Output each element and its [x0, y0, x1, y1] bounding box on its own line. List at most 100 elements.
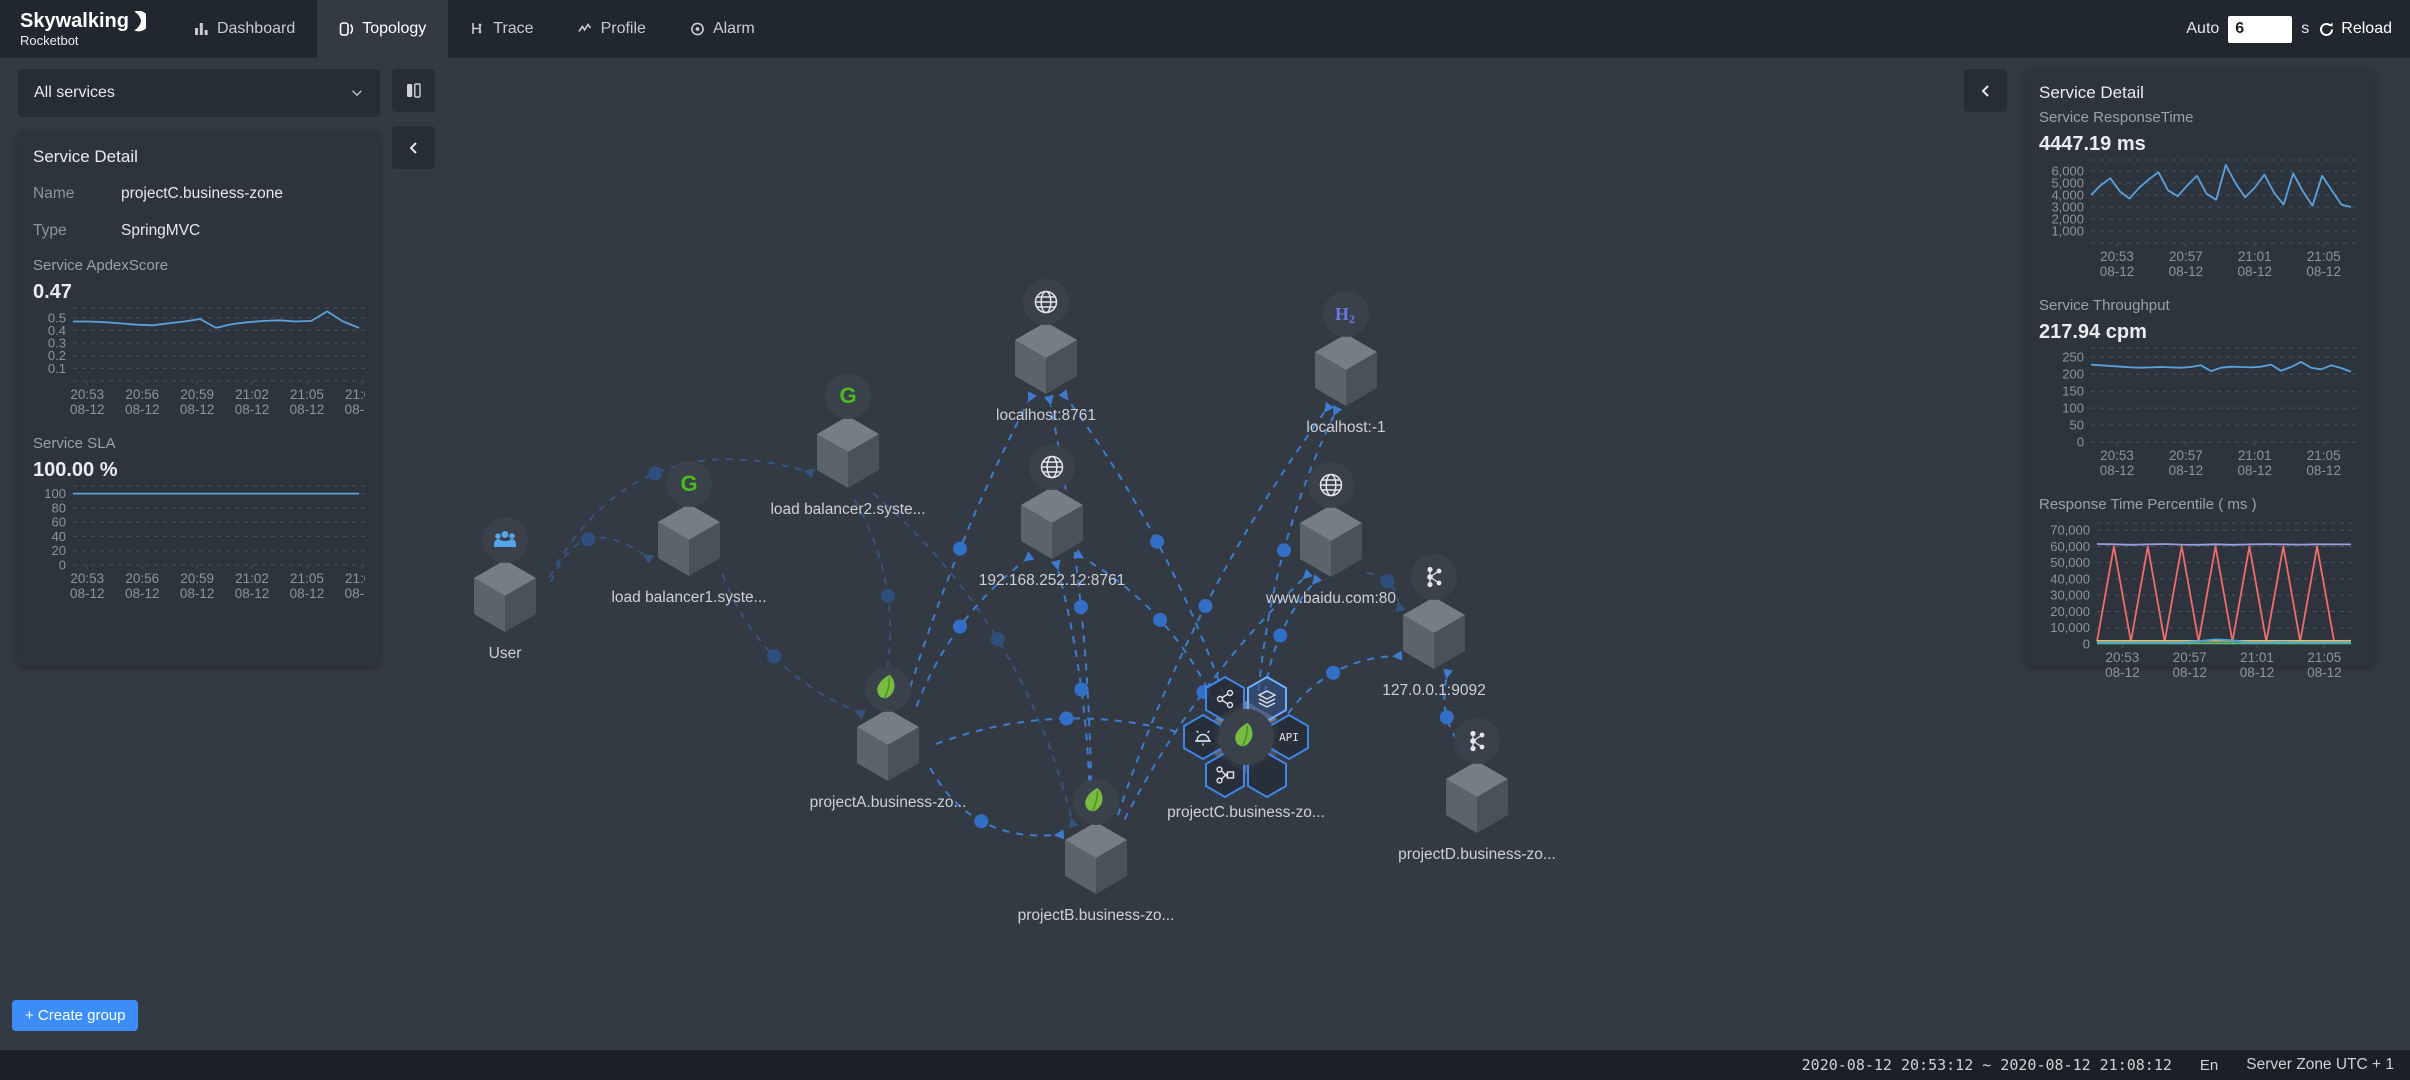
logo-subtitle: Rocketbot: [20, 33, 146, 48]
topology-node-projA[interactable]: projectA.business-zo...: [810, 666, 967, 811]
svg-text:0: 0: [2083, 637, 2090, 652]
svg-text:21:02: 21:02: [235, 387, 269, 402]
sla-chart: 10080604020020:5308-1220:5608-1220:5908-…: [33, 485, 365, 603]
time-range-picker[interactable]: 2020-08-12 20:53:12 ~ 2020-08-12 21:08:1…: [1802, 1056, 2172, 1074]
svg-text:20:53: 20:53: [70, 387, 104, 402]
topology-node-ip8761[interactable]: 192.168.252.12:8761: [979, 444, 1126, 589]
svg-text:08-12: 08-12: [2172, 665, 2207, 680]
topology-node-projB[interactable]: projectB.business-zo...: [1018, 779, 1175, 924]
svg-text:20:57: 20:57: [2169, 249, 2203, 264]
create-group-button[interactable]: + Create group: [12, 1000, 138, 1031]
percentile-title: Response Time Percentile ( ms ): [2039, 496, 2361, 513]
svg-text:08-12: 08-12: [2169, 463, 2204, 478]
server-zone-label: Server Zone UTC + 1: [2246, 1056, 2394, 1074]
svg-text:70,000: 70,000: [2050, 523, 2090, 538]
name-value: projectC.business-zone: [121, 183, 331, 204]
reload-button[interactable]: Reload: [2318, 20, 2392, 38]
svg-text:08-12: 08-12: [180, 586, 215, 601]
chevron-left-icon: [1979, 83, 1993, 99]
svg-text:1,000: 1,000: [2051, 224, 2084, 239]
svg-text:150: 150: [2062, 384, 2084, 399]
svg-text:20:59: 20:59: [180, 387, 214, 402]
node-label: 192.168.252.12:8761: [979, 572, 1126, 589]
svg-text:40: 40: [52, 529, 66, 544]
topology-node-lhneg1[interactable]: H2localhost:-1: [1306, 291, 1385, 436]
node-label: load balancer1.syste...: [611, 589, 766, 606]
topology-node-kafka[interactable]: 127.0.0.1:9092: [1382, 554, 1485, 699]
node-label: www.baidu.com:80: [1265, 590, 1396, 607]
language-switch[interactable]: En: [2200, 1057, 2218, 1074]
svg-text:08-12: 08-12: [2306, 264, 2341, 279]
node-label: User: [489, 645, 522, 662]
svg-text:0: 0: [59, 558, 66, 573]
auto-refresh-interval-input[interactable]: [2228, 16, 2292, 43]
svg-text:20: 20: [52, 543, 66, 558]
svg-text:50: 50: [2070, 418, 2084, 433]
svg-text:08-12: 08-12: [2238, 463, 2273, 478]
topology-node-projD[interactable]: projectD.business-zo...: [1398, 718, 1556, 863]
svg-text:21:08: 21:08: [345, 387, 365, 402]
services-select[interactable]: All services: [18, 69, 380, 117]
nav-item-topology[interactable]: Topology: [317, 0, 448, 58]
topology-edge: [906, 391, 1037, 700]
node-label: projectC.business-zo...: [1167, 804, 1325, 821]
panel-title: Service Detail: [2039, 83, 2361, 103]
sla-title: Service SLA: [33, 435, 365, 452]
node-label: 127.0.0.1:9092: [1382, 682, 1485, 699]
auto-label: Auto: [2186, 20, 2219, 38]
crescent-icon: [131, 11, 146, 32]
svg-text:08-12: 08-12: [290, 402, 325, 417]
throughput-chart: 25020015010050020:5308-1220:5708-1221:01…: [2039, 347, 2361, 480]
profile-icon: [578, 21, 593, 37]
svg-text:250: 250: [2062, 350, 2084, 365]
type-label: Type: [33, 220, 121, 241]
svg-text:20:53: 20:53: [2106, 650, 2140, 665]
svg-text:0: 0: [2077, 435, 2084, 450]
svg-text:40,000: 40,000: [2050, 571, 2090, 586]
topology-node-user[interactable]: User: [474, 517, 536, 662]
svg-text:G: G: [680, 471, 697, 496]
top-navbar: Skywalking Rocketbot Dashboard TopologyTr…: [0, 0, 2410, 58]
svg-text:G: G: [839, 383, 856, 408]
svg-text:08-12: 08-12: [2238, 264, 2273, 279]
svg-text:20,000: 20,000: [2050, 604, 2090, 619]
node-menu-api-label[interactable]: API: [1270, 715, 1308, 759]
app-logo: Skywalking Rocketbot: [0, 0, 172, 58]
nav-item-trace[interactable]: Trace: [448, 0, 555, 58]
node-label: projectD.business-zo...: [1398, 846, 1556, 863]
svg-text:20:53: 20:53: [70, 571, 104, 586]
view-toggle-button[interactable]: [392, 69, 435, 112]
svg-text:08-12: 08-12: [235, 402, 270, 417]
topology-node-lb2[interactable]: Gload balancer2.syste...: [770, 373, 925, 518]
auto-unit: s: [2301, 20, 2309, 38]
nav-item-label: Dashboard: [217, 20, 295, 38]
svg-text:API: API: [1279, 731, 1299, 744]
sla-value: 100.00 %: [33, 459, 365, 482]
svg-text:08-12: 08-12: [2307, 665, 2342, 680]
go-icon: G: [839, 383, 856, 408]
node-menu-alarm-clock-icon[interactable]: [1184, 715, 1222, 759]
nav-item-dashboard[interactable]: Dashboard: [172, 0, 317, 58]
topology-node-baidu[interactable]: www.baidu.com:80: [1265, 462, 1396, 607]
nav-item-profile[interactable]: Profile: [556, 0, 668, 58]
node-label: projectA.business-zo...: [810, 794, 967, 811]
logo-title: Skywalking: [20, 11, 129, 31]
svg-text:08-12: 08-12: [2169, 264, 2204, 279]
service-type-row: Type SpringMVC: [33, 220, 365, 241]
svg-text:20:56: 20:56: [125, 387, 159, 402]
svg-text:20:57: 20:57: [2173, 650, 2207, 665]
node-label: localhost:-1: [1306, 419, 1385, 436]
svg-text:21:01: 21:01: [2238, 448, 2272, 463]
svg-text:60: 60: [52, 515, 66, 530]
collapse-right-panel-button[interactable]: [1964, 69, 2007, 112]
reload-icon: [2318, 21, 2335, 38]
svg-text:10,000: 10,000: [2050, 620, 2090, 635]
collapse-left-panel-button[interactable]: [392, 126, 435, 169]
chevron-left-icon: [407, 140, 421, 156]
nav-item-alarm[interactable]: Alarm: [668, 0, 777, 58]
svg-text:08-12: 08-12: [2240, 665, 2275, 680]
topology-edge: [1051, 560, 1090, 811]
topology-node-lh8761[interactable]: localhost:8761: [996, 279, 1096, 424]
svg-text:08-12: 08-12: [2100, 463, 2135, 478]
node-label: localhost:8761: [996, 407, 1096, 424]
